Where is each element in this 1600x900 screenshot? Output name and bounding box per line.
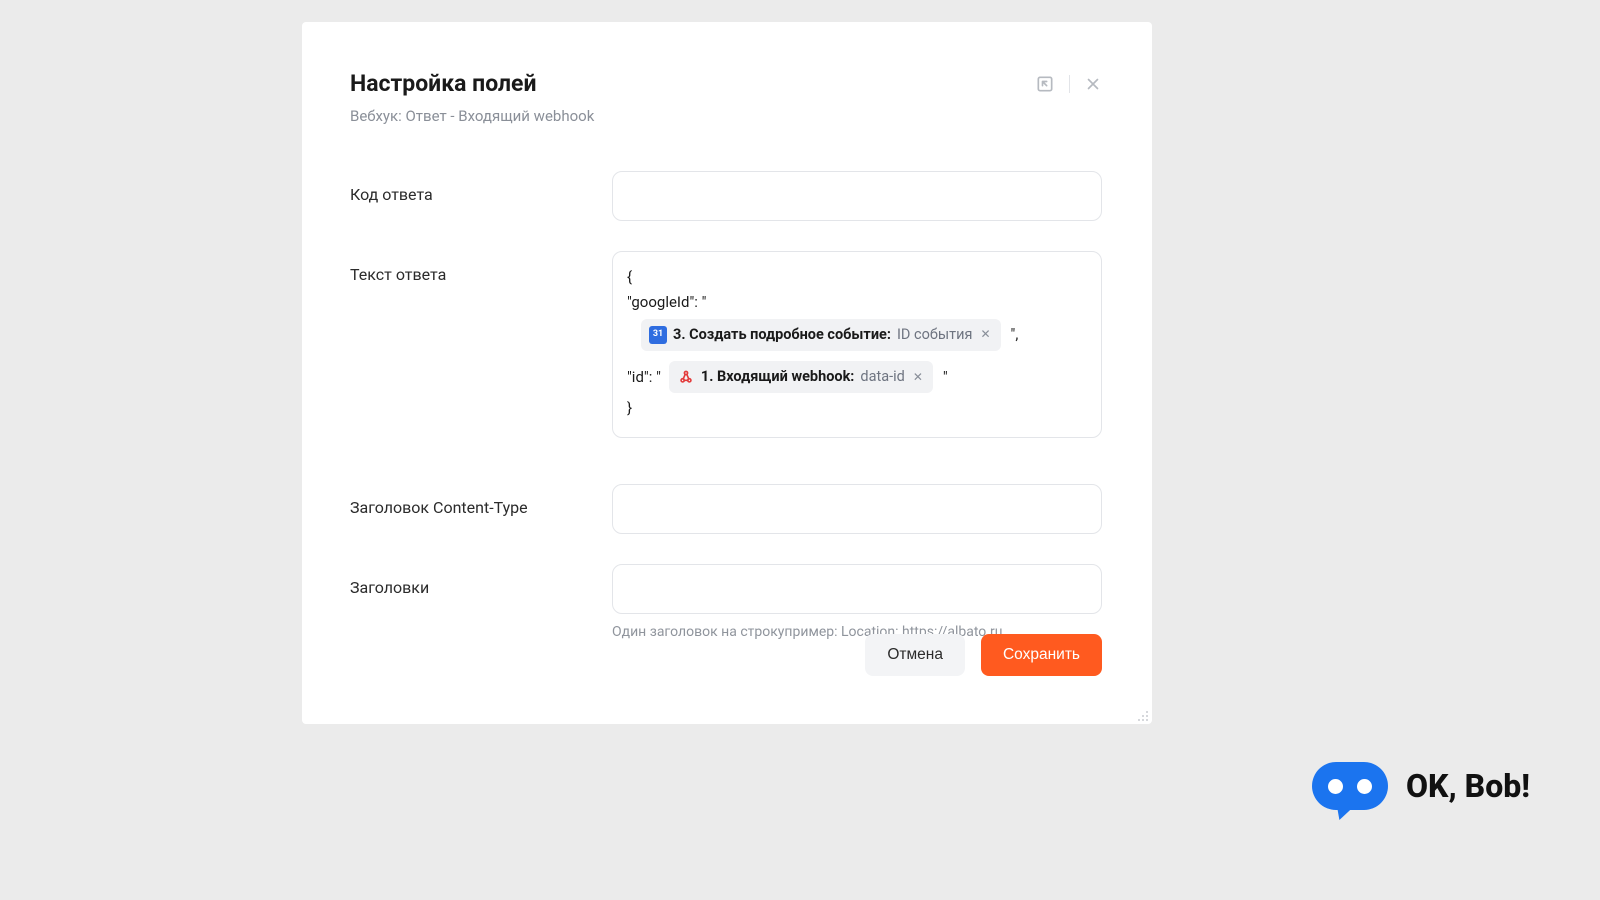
row-headers: Заголовки Один заголовок на строкупример…: [350, 564, 1102, 640]
cancel-button[interactable]: Отмена: [865, 634, 965, 676]
close-icon[interactable]: [1084, 75, 1102, 93]
header-actions: [1035, 74, 1102, 94]
json-open: {: [627, 266, 1087, 289]
token-webhook-data-id[interactable]: 1. Входящий webhook: data-id ✕: [669, 361, 933, 393]
dot-icon: [1328, 779, 1343, 794]
settings-modal: Настройка полей Вебхук: Ответ - Входящий…: [302, 22, 1152, 724]
text-fragment: ",: [1011, 323, 1019, 346]
input-content-type[interactable]: [612, 484, 1102, 534]
text-fragment: ": [943, 366, 948, 389]
input-headers[interactable]: [612, 564, 1102, 614]
save-button[interactable]: Сохранить: [981, 634, 1102, 676]
expand-icon[interactable]: [1035, 74, 1055, 94]
divider: [1069, 75, 1070, 93]
text-fragment: "id": ": [627, 366, 661, 389]
token-remove-icon[interactable]: ✕: [978, 325, 992, 344]
dot-icon: [1357, 779, 1372, 794]
modal-subtitle: Вебхук: Ответ - Входящий webhook: [350, 107, 1035, 125]
label-response-code: Код ответа: [350, 171, 612, 204]
brace-close: }: [627, 397, 632, 420]
json-line-googleid-prefix: "googleId": ": [627, 291, 1087, 314]
title-block: Настройка полей Вебхук: Ответ - Входящий…: [350, 70, 1035, 125]
token-field-label: ID события: [897, 324, 973, 346]
token-step-label: 3. Создать подробное событие:: [673, 324, 891, 346]
input-response-code[interactable]: [612, 171, 1102, 221]
row-response-text: Текст ответа { "googleId": " 31 3. Созда…: [350, 251, 1102, 438]
brace-open: {: [627, 266, 632, 289]
token-google-event-id[interactable]: 31 3. Создать подробное событие: ID собы…: [641, 319, 1001, 351]
chat-bubble-icon: [1312, 762, 1388, 810]
token-field-label: data-id: [860, 366, 904, 388]
json-line-googleid-token: 31 3. Создать подробное событие: ID собы…: [627, 317, 1087, 353]
calendar-icon: 31: [649, 326, 667, 344]
json-close: }: [627, 397, 1087, 420]
row-response-code: Код ответа: [350, 171, 1102, 221]
label-response-text: Текст ответа: [350, 251, 612, 284]
field-headers: Один заголовок на строкупример: Location…: [612, 564, 1102, 640]
json-line-id: "id": " 1. Входящий webhook: data-id ✕ ": [627, 359, 1087, 395]
input-response-text[interactable]: { "googleId": " 31 3. Создать подробное …: [612, 251, 1102, 438]
modal-footer: Отмена Сохранить: [865, 634, 1102, 676]
label-content-type: Заголовок Content-Type: [350, 484, 612, 517]
token-step-label: 1. Входящий webhook:: [701, 366, 855, 388]
modal-title: Настройка полей: [350, 70, 1035, 97]
field-response-code: [612, 171, 1102, 221]
webhook-icon: [677, 368, 695, 386]
row-content-type: Заголовок Content-Type: [350, 484, 1102, 534]
token-remove-icon[interactable]: ✕: [911, 368, 925, 387]
text-fragment: "googleId": ": [627, 291, 706, 314]
brand-text: OK, Bob!: [1406, 767, 1530, 805]
brand-badge: OK, Bob!: [1312, 762, 1530, 810]
field-response-text: { "googleId": " 31 3. Создать подробное …: [612, 251, 1102, 438]
resize-handle-icon[interactable]: [1136, 708, 1150, 722]
modal-header: Настройка полей Вебхук: Ответ - Входящий…: [350, 70, 1102, 125]
label-headers: Заголовки: [350, 564, 612, 597]
field-content-type: [612, 484, 1102, 534]
